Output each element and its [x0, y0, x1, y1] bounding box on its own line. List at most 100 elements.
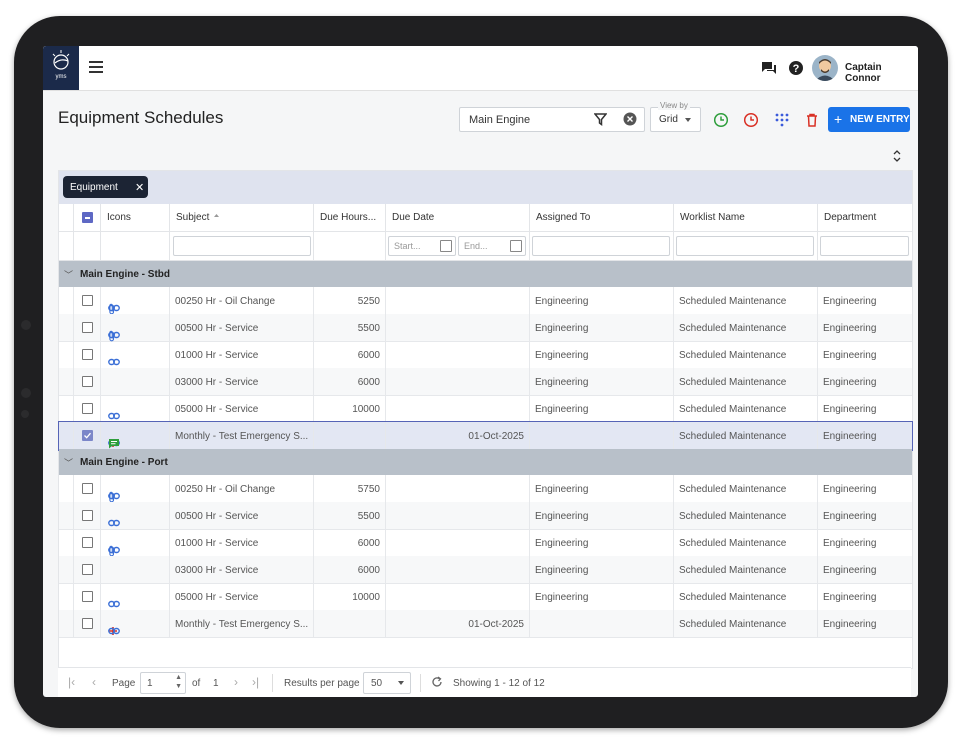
table-row[interactable]: Monthly - Test Emergency S... 01-Oct-2025…: [59, 610, 912, 638]
table-row[interactable]: 01000 Hr - Service 6000 Engineering Schedul…: [59, 341, 912, 369]
link-icon[interactable]: [108, 599, 120, 609]
chevron-down-icon[interactable]: ﹀: [64, 268, 73, 281]
first-page-icon[interactable]: |‹: [68, 675, 75, 689]
end-date-input[interactable]: End...: [458, 236, 526, 256]
help-icon[interactable]: ?: [787, 59, 805, 77]
row-checkbox[interactable]: [82, 564, 93, 575]
chat-icon[interactable]: [760, 59, 778, 77]
filter-icon[interactable]: [594, 113, 607, 126]
subject-cell[interactable]: 00250 Hr - Oil Change: [175, 296, 275, 307]
department-cell: Engineering: [823, 404, 877, 415]
avatar[interactable]: [812, 55, 838, 81]
row-checkbox[interactable]: [82, 618, 93, 629]
table-row[interactable]: 03000 Hr - Service 6000 Engineering Schedul…: [59, 556, 912, 584]
close-icon[interactable]: ✕: [135, 181, 144, 194]
select-all-checkbox[interactable]: [82, 212, 93, 223]
link-icon[interactable]: [108, 626, 120, 636]
assigned-filter-input[interactable]: [532, 236, 670, 256]
row-checkbox[interactable]: [82, 349, 93, 360]
subject-filter-input[interactable]: [173, 236, 311, 256]
calendar-icon[interactable]: [510, 240, 522, 252]
column-header-label: Due Date: [392, 212, 435, 223]
clear-icon[interactable]: [623, 112, 637, 126]
subject-cell[interactable]: 00250 Hr - Oil Change: [175, 484, 275, 495]
row-checkbox[interactable]: [82, 510, 93, 521]
subject-cell[interactable]: 05000 Hr - Service: [175, 404, 258, 415]
table-cell: 6000: [314, 341, 386, 368]
grid-dots-icon[interactable]: [774, 112, 790, 128]
table-row[interactable]: 05000 Hr - Service 10000 Engineering Schedu…: [59, 583, 912, 611]
row-checkbox[interactable]: [82, 403, 93, 414]
table-row[interactable]: 00250 Hr - Oil Change 5250 Engineering Sche…: [59, 287, 912, 315]
subject-cell[interactable]: 05000 Hr - Service: [175, 592, 258, 603]
chevron-down-icon[interactable]: ﹀: [64, 456, 73, 469]
table-row[interactable]: 00500 Hr - Service 5500 Engineering Schedul…: [59, 502, 912, 530]
table-row[interactable]: 00500 Hr - Service 5500 Engineering Schedul…: [59, 314, 912, 342]
clock-red-icon[interactable]: [743, 112, 759, 128]
user-name[interactable]: Captain Connor: [845, 62, 918, 84]
link-icon[interactable]: [108, 518, 120, 528]
subject-cell[interactable]: Monthly - Test Emergency S...: [175, 619, 308, 630]
row-checkbox[interactable]: [82, 537, 93, 548]
row-checkbox[interactable]: [82, 591, 93, 602]
subject-cell[interactable]: 00500 Hr - Service: [175, 511, 258, 522]
table-cell: Engineering: [818, 475, 912, 502]
table-row[interactable]: 01000 Hr - Service 6000 Engineering Schedul…: [59, 529, 912, 557]
calendar-icon[interactable]: [440, 240, 452, 252]
header-subject[interactable]: Subject: [170, 204, 314, 231]
filter-icons: [101, 232, 170, 260]
header-assigned-to[interactable]: Assigned To: [530, 204, 674, 231]
search-input[interactable]: Main Engine: [459, 107, 645, 132]
due-hours-cell: 10000: [352, 592, 380, 603]
table-row[interactable]: 05000 Hr - Service 10000 Engineering Schedu…: [59, 395, 912, 423]
header-select-all[interactable]: [73, 204, 101, 231]
table-cell: [59, 287, 74, 314]
subject-cell[interactable]: 03000 Hr - Service: [175, 565, 258, 576]
filter-department: [818, 232, 912, 260]
subject-cell[interactable]: 00500 Hr - Service: [175, 323, 258, 334]
group-row[interactable]: ﹀ Main Engine - Port: [59, 449, 912, 475]
row-checkbox[interactable]: [82, 430, 93, 441]
trash-icon[interactable]: [804, 112, 820, 128]
refresh-icon[interactable]: [431, 676, 443, 688]
last-page-icon[interactable]: ›|: [252, 675, 259, 689]
link-icon[interactable]: [108, 411, 120, 421]
per-page-select[interactable]: 50: [363, 672, 411, 694]
row-checkbox[interactable]: [82, 483, 93, 494]
menu-icon[interactable]: [89, 61, 103, 73]
stepper-icon[interactable]: ▲ ▼: [175, 673, 182, 691]
subject-cell[interactable]: Monthly - Test Emergency S...: [175, 431, 308, 442]
table-row[interactable]: 03000 Hr - Service 6000 Engineering Schedul…: [59, 368, 912, 396]
header-worklist-name[interactable]: Worklist Name: [674, 204, 818, 231]
subject-cell[interactable]: 01000 Hr - Service: [175, 350, 258, 361]
header-department[interactable]: Department: [818, 204, 912, 231]
app-logo[interactable]: yms: [43, 46, 79, 90]
department-filter-input[interactable]: [820, 236, 909, 256]
header-due-hours[interactable]: Due Hours...: [314, 204, 386, 231]
header-due-date[interactable]: Due Date: [386, 204, 530, 231]
new-entry-button[interactable]: + NEW ENTRY: [828, 107, 910, 132]
column-header-label: Subject: [176, 212, 210, 223]
link-icon[interactable]: [108, 357, 120, 367]
worklist-filter-input[interactable]: [676, 236, 814, 256]
header-icons[interactable]: Icons: [101, 204, 170, 231]
group-chip[interactable]: Equipment ✕: [63, 176, 148, 198]
table-row[interactable]: 00250 Hr - Oil Change 5750 Engineering Sche…: [59, 475, 912, 503]
group-row[interactable]: ﹀ Main Engine - Stbd: [59, 261, 912, 287]
page-number-input[interactable]: 1 ▲ ▼: [140, 672, 186, 694]
subject-cell[interactable]: 01000 Hr - Service: [175, 538, 258, 549]
clock-green-icon[interactable]: [713, 112, 729, 128]
start-date-input[interactable]: Start...: [388, 236, 456, 256]
comment-icon[interactable]: [108, 438, 120, 449]
due-hours-cell: 5500: [357, 323, 380, 334]
next-page-icon[interactable]: ›: [234, 675, 238, 689]
prev-page-icon[interactable]: ‹: [92, 675, 96, 689]
view-by-select[interactable]: View by Grid: [650, 101, 701, 132]
sort-asc-icon[interactable]: [213, 213, 220, 221]
row-checkbox[interactable]: [82, 322, 93, 333]
expand-collapse-icon[interactable]: [892, 148, 902, 164]
subject-cell[interactable]: 03000 Hr - Service: [175, 377, 258, 388]
table-row[interactable]: Monthly - Test Emergency S... 01-Oct-2025…: [58, 421, 913, 451]
row-checkbox[interactable]: [82, 295, 93, 306]
row-checkbox[interactable]: [82, 376, 93, 387]
